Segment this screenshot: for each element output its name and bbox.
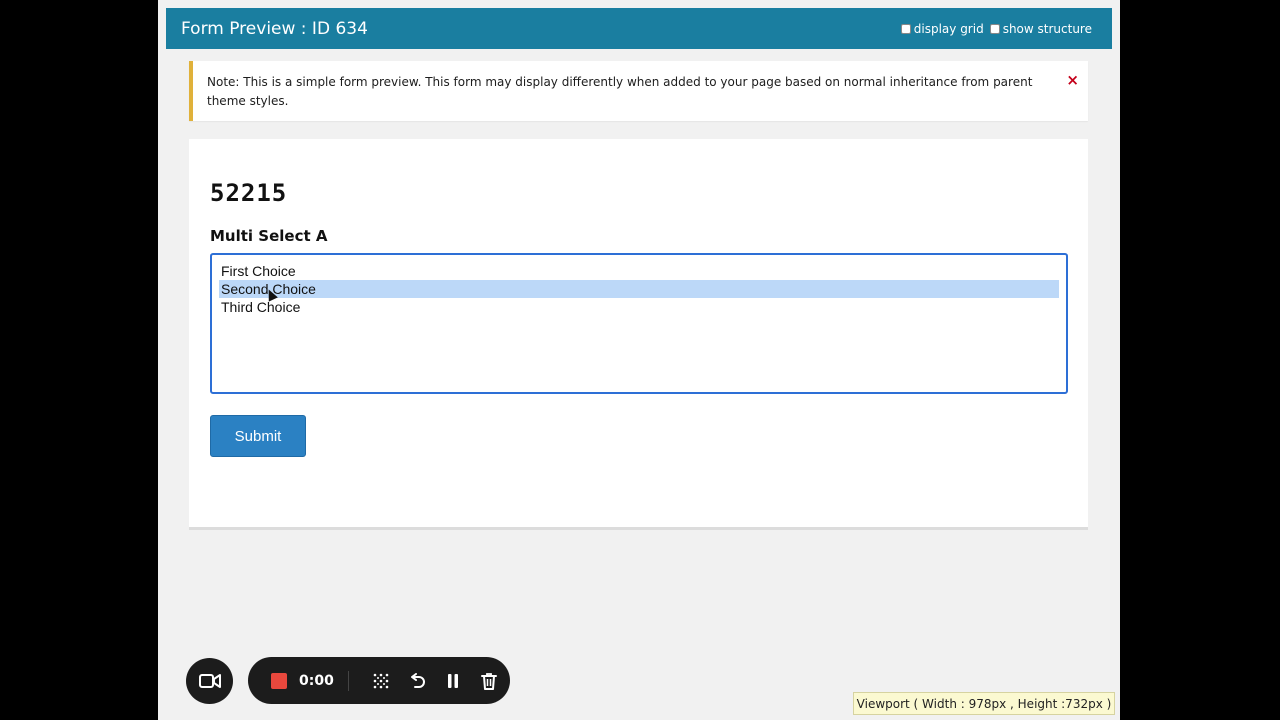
video-camera-icon [198,674,221,688]
preview-notice: Note: This is a simple form preview. Thi… [189,61,1088,121]
preview-header: Form Preview : ID 634 display grid show … [166,8,1112,49]
show-structure-label: show structure [1002,21,1092,36]
select-option-first[interactable]: First Choice [219,262,1059,280]
show-structure-checkbox[interactable] [989,23,1000,34]
grid-dots-icon [373,673,389,688]
recording-timer: 0:00 [299,672,334,689]
form-title: 52215 [210,179,288,207]
toolbar-divider [347,670,349,691]
delete-button[interactable] [471,666,507,696]
select-option-third[interactable]: Third Choice [219,298,1059,316]
close-icon[interactable]: × [1066,73,1079,88]
notice-text: Note: This is a simple form preview. Thi… [207,75,1033,108]
camera-toggle-button[interactable] [186,658,233,704]
undo-button[interactable] [399,666,435,696]
form-card: 52215 Multi Select A First Choice Second… [189,139,1088,530]
undo-icon [410,672,425,688]
pause-icon [447,673,458,688]
pause-button[interactable] [435,666,471,696]
multi-select-label: Multi Select A [210,227,328,245]
display-grid-checkbox[interactable] [900,23,911,34]
preview-title: Form Preview : ID 634 [181,18,368,39]
grid-dots-button[interactable] [363,666,399,696]
viewport-size-tooltip: Viewport ( Width : 978px , Height :732px… [853,692,1115,715]
stop-recording-button[interactable] [271,672,287,689]
display-grid-label: display grid [913,21,984,36]
select-option-second[interactable]: Second Choice [219,280,1059,298]
trash-icon [480,672,497,690]
form-preview-page: Form Preview : ID 634 display grid show … [158,0,1120,720]
show-structure-toggle[interactable]: show structure [989,21,1092,36]
display-grid-toggle[interactable]: display grid [900,21,984,36]
submit-button[interactable]: Submit [210,415,306,457]
multi-select-listbox[interactable]: First Choice Second Choice Third Choice [210,253,1068,394]
recording-toolbar: 0:00 [248,657,510,704]
preview-options: display grid show structure [900,21,1092,36]
